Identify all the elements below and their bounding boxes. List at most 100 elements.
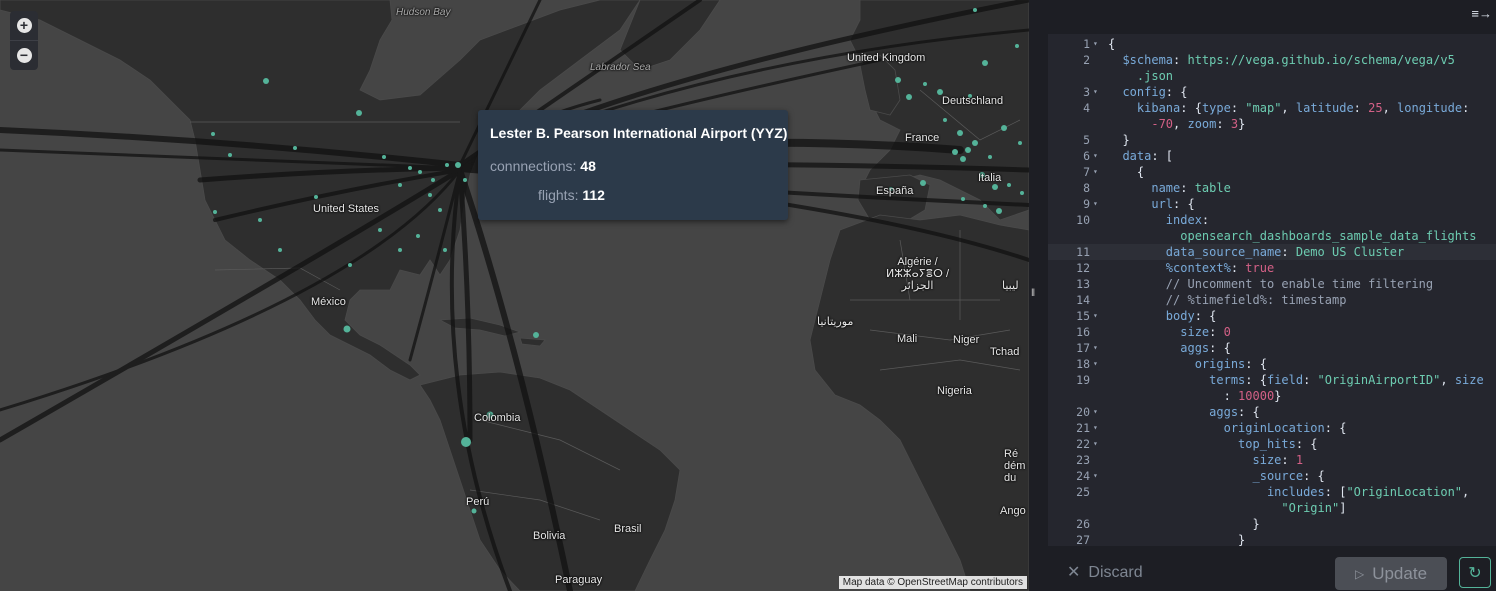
code-line[interactable]: 19 terms: {field: "OriginAirportID", siz… <box>1048 372 1496 388</box>
fold-arrow-icon[interactable]: ▾ <box>1093 404 1098 420</box>
code-line[interactable]: 8 name: table <box>1048 180 1496 196</box>
code-line[interactable]: .json <box>1048 68 1496 84</box>
line-number: 13 <box>1076 277 1090 291</box>
code-line[interactable]: 14 // %timefield%: timestamp <box>1048 292 1496 308</box>
map-label-algerie: Algérie / ⵍⵣⵣⴰⵢⴻⵔ / الجزائر <box>886 256 950 292</box>
code-text: -70, zoom: 3} <box>1108 116 1245 132</box>
update-label: Update <box>1372 563 1428 583</box>
code-token: type <box>1201 101 1231 115</box>
zoom-out-button[interactable]: − <box>10 41 38 70</box>
line-number: 15 <box>1076 309 1090 323</box>
code-line[interactable]: 12 %context%: true <box>1048 260 1496 276</box>
code-token: 3 <box>1230 117 1239 131</box>
line-number: 2 <box>1083 53 1090 67</box>
line-number: 25 <box>1076 485 1090 499</box>
code-line[interactable]: 15 ▾ body: { <box>1048 308 1496 324</box>
code-line[interactable]: 21 ▾ originLocation: { <box>1048 420 1496 436</box>
map-label-paraguay: Paraguay <box>555 574 603 586</box>
map-canvas[interactable] <box>0 0 1029 591</box>
code-line[interactable]: 22 ▾ top_hits: { <box>1048 436 1496 452</box>
line-number: 7 <box>1083 165 1090 179</box>
code-line[interactable]: 24 ▾ _source: { <box>1048 468 1496 484</box>
line-number: 24 <box>1076 469 1090 483</box>
code-token: "OriginLocation" <box>1346 485 1463 499</box>
code-line[interactable]: 26 } <box>1048 516 1496 532</box>
code-line[interactable]: 25 includes: ["OriginLocation", <box>1048 484 1496 500</box>
map-label-mexico: México <box>311 296 346 308</box>
fold-arrow-icon[interactable]: ▾ <box>1093 36 1098 52</box>
code-line[interactable]: 11 data_source_name: Demo US Cluster <box>1048 244 1496 260</box>
code-token: "OriginAirportID" <box>1317 373 1441 387</box>
airport-tooltip: Lester B. Pearson International Airport … <box>478 110 788 220</box>
code-token: includes <box>1108 485 1325 499</box>
map-label-peru: Perú <box>466 496 490 508</box>
code-line[interactable]: 5 } <box>1048 132 1496 148</box>
code-text: origins: { <box>1108 356 1267 372</box>
fold-arrow-icon[interactable]: ▾ <box>1093 196 1098 212</box>
fold-arrow-icon[interactable]: ▾ <box>1093 340 1098 356</box>
code-token: : <box>1230 261 1246 275</box>
code-line[interactable]: 20 ▾ aggs: { <box>1048 404 1496 420</box>
code-token: true <box>1245 261 1275 275</box>
code-token: } <box>1238 117 1246 131</box>
line-number: 3 <box>1083 85 1090 99</box>
code-line[interactable]: 1 ▾ { <box>1048 36 1496 52</box>
code-token: 0 <box>1223 325 1231 339</box>
code-line[interactable]: 3 ▾ config: { <box>1048 84 1496 100</box>
code-token: "Origin" <box>1108 501 1340 515</box>
code-line[interactable]: 10 index: <box>1048 212 1496 228</box>
code-text: "Origin"] <box>1108 500 1346 516</box>
code-text: index: <box>1108 212 1209 228</box>
fold-arrow-icon[interactable]: ▾ <box>1093 468 1098 484</box>
zoom-in-button[interactable]: + <box>10 11 38 40</box>
code-token: field <box>1266 373 1304 387</box>
code-line[interactable]: 18 ▾ origins: { <box>1048 356 1496 372</box>
map-label-italia: Italia <box>978 172 1002 184</box>
code-line[interactable]: 16 size: 0 <box>1048 324 1496 340</box>
fold-arrow-icon[interactable]: ▾ <box>1093 84 1098 100</box>
discard-button[interactable]: ✕ Discard <box>1067 562 1143 582</box>
fold-arrow-icon[interactable]: ▾ <box>1093 420 1098 436</box>
code-line[interactable]: 2 $schema: https://vega.github.io/schema… <box>1048 52 1496 68</box>
code-editor[interactable]: 1 ▾{2 $schema: https://vega.github.io/sch… <box>1048 34 1496 546</box>
code-token: index <box>1108 213 1202 227</box>
code-line[interactable]: 17 ▾ aggs: { <box>1048 340 1496 356</box>
map-attribution[interactable]: Map data © OpenStreetMap contributors <box>838 576 1027 589</box>
fold-arrow-icon[interactable]: ▾ <box>1093 356 1098 372</box>
code-line[interactable]: 23 size: 1 <box>1048 452 1496 468</box>
map-label-labrador-sea: Labrador Sea <box>590 62 651 73</box>
code-token: size <box>1108 453 1282 467</box>
code-text: _source: { <box>1108 468 1324 484</box>
code-token: } <box>1274 389 1282 403</box>
code-text: : 10000} <box>1108 388 1282 404</box>
map-label-united-states: United States <box>313 203 380 215</box>
refresh-button[interactable]: ↻ <box>1459 557 1491 588</box>
code-line[interactable]: 4 kibana: {type: "map", latitude: 25, lo… <box>1048 100 1496 116</box>
code-line[interactable]: 9 ▾ url: { <box>1048 196 1496 212</box>
fold-arrow-icon[interactable]: ▾ <box>1093 308 1098 324</box>
code-line[interactable]: 6 ▾ data: [ <box>1048 148 1496 164</box>
update-button[interactable]: ▷ Update <box>1335 557 1447 590</box>
code-line[interactable]: 27 } <box>1048 532 1496 546</box>
code-token: : <box>1173 53 1188 67</box>
code-line[interactable]: -70, zoom: 3} <box>1048 116 1496 132</box>
code-line[interactable]: opensearch_dashboards_sample_data_flight… <box>1048 228 1496 244</box>
code-token: : <box>1353 101 1369 115</box>
fold-arrow-icon[interactable]: ▾ <box>1093 164 1098 180</box>
fold-arrow-icon[interactable]: ▾ <box>1093 148 1098 164</box>
code-line[interactable]: : 10000} <box>1048 388 1496 404</box>
tooltip-flights-value: 112 <box>582 187 605 203</box>
code-line[interactable]: 7 ▾ { <box>1048 164 1496 180</box>
code-text: { <box>1108 36 1115 52</box>
line-number: 26 <box>1076 517 1090 531</box>
collapse-panel-icon[interactable]: ≡→ <box>1471 6 1492 21</box>
code-token: : { <box>1180 101 1202 115</box>
fold-arrow-icon[interactable]: ▾ <box>1093 436 1098 452</box>
code-text: terms: {field: "OriginAirportID", size <box>1108 372 1484 388</box>
code-line[interactable]: 13 // Uncomment to enable time filtering <box>1048 276 1496 292</box>
code-token: : <box>1201 213 1210 227</box>
map-visualization[interactable]: Hudson Bay Labrador Sea United Kingdom D… <box>0 0 1029 591</box>
code-token: , <box>1382 101 1398 115</box>
map-label-espana: España <box>876 185 914 197</box>
code-line[interactable]: "Origin"] <box>1048 500 1496 516</box>
